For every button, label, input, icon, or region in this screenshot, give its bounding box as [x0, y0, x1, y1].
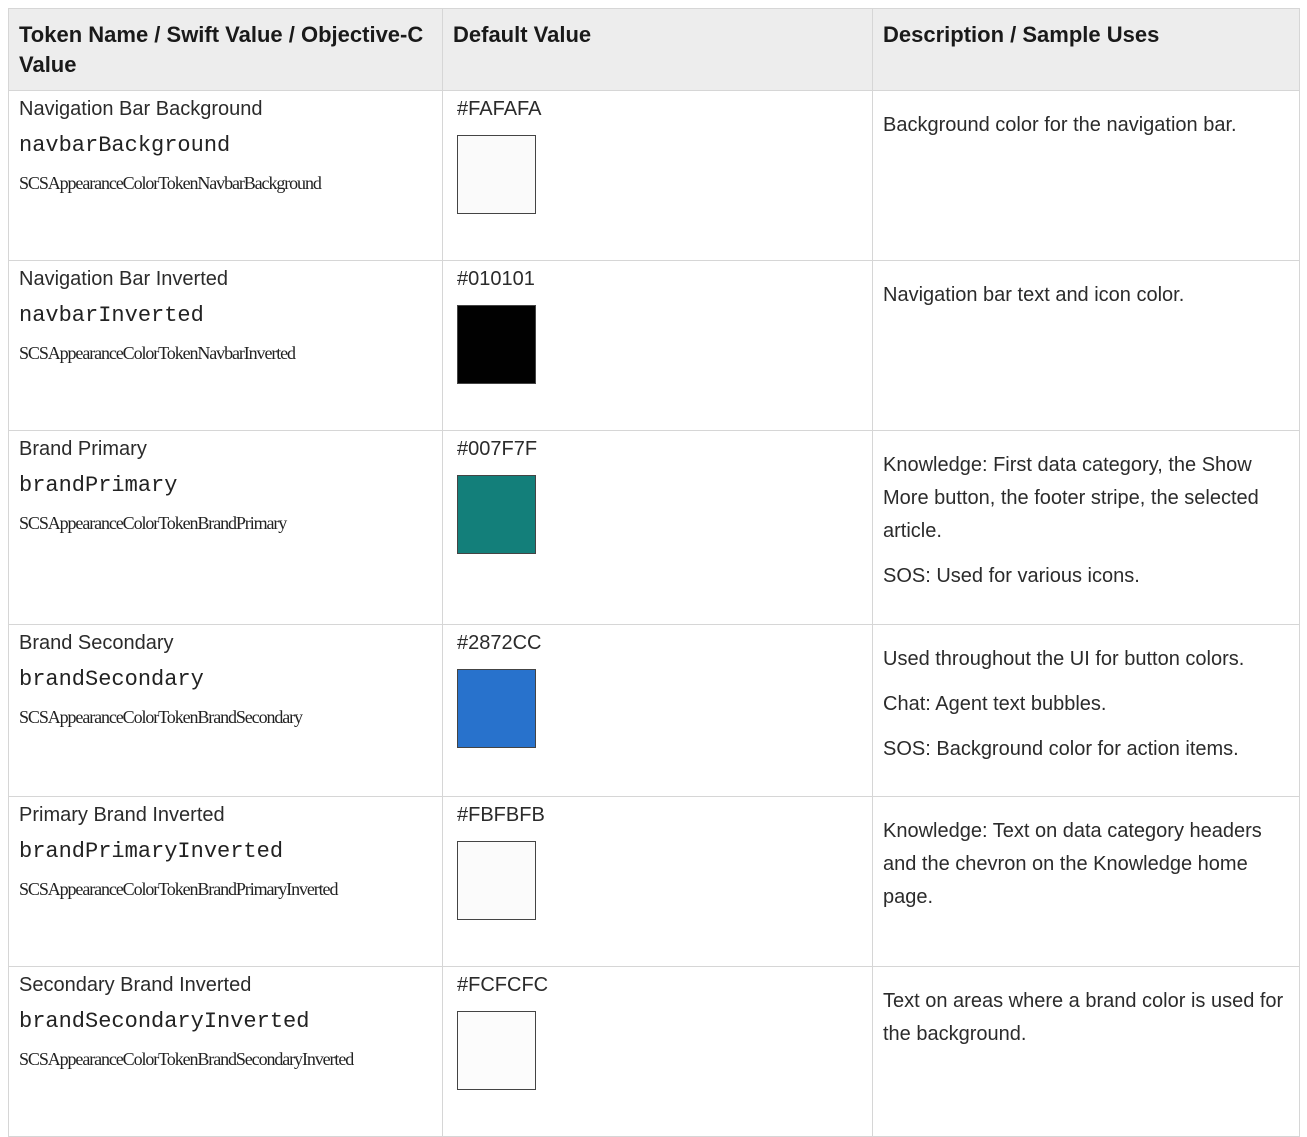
token-name-cell: Secondary Brand Inverted brandSecondaryIn… [8, 966, 443, 1137]
swift-value: brandPrimary [19, 473, 178, 498]
objc-value: SCSAppearanceColorTokenBrandPrimaryInver… [19, 879, 338, 899]
default-value-cell: #010101 [442, 260, 873, 431]
description-cell: Background color for the navigation bar. [872, 90, 1300, 261]
token-name-cell: Navigation Bar Background navbarBackgroun… [8, 90, 443, 261]
default-value-cell: #FBFBFB [442, 796, 873, 967]
description-text: Used throughout the UI for button colors… [883, 648, 1245, 670]
table-row: Primary Brand Inverted brandPrimaryInvert… [8, 796, 1300, 967]
default-value-cell: #FCFCFC [442, 966, 873, 1137]
swift-value: brandSecondaryInverted [19, 1009, 310, 1034]
description-cell: Knowledge: Text on data category headers… [872, 796, 1300, 967]
objc-value: SCSAppearanceColorTokenBrandPrimary [19, 513, 287, 533]
header-description: Description / Sample Uses [872, 8, 1300, 91]
token-name-cell: Brand Secondary brandSecondary SCSAppearan… [8, 624, 443, 797]
description-text: Chat: Agent text bubbles. [883, 693, 1107, 715]
objc-value: SCSAppearanceColorTokenBrandSecondaryInv… [19, 1049, 354, 1069]
color-token-table: Token Name / Swift Value / Objective-C V… [8, 8, 1300, 1137]
hex-value: #2872CC [457, 632, 542, 654]
description-text: SOS: Background color for action items. [883, 738, 1239, 760]
color-swatch [457, 305, 536, 384]
table-row: Navigation Bar Inverted navbarInverted SCS… [8, 260, 1300, 431]
description-text: SOS: Used for various icons. [883, 565, 1140, 587]
description-cell: Navigation bar text and icon color. [872, 260, 1300, 431]
hex-value: #FBFBFB [457, 804, 545, 826]
objc-value: SCSAppearanceColorTokenNavbarInverted [19, 343, 296, 363]
header-token-name: Token Name / Swift Value / Objective-C V… [8, 8, 443, 91]
description-cell: Knowledge: First data category, the Show… [872, 430, 1300, 625]
table-row: Brand Primary brandPrimary SCSAppearanceCo… [8, 430, 1300, 625]
hex-value: #FCFCFC [457, 974, 549, 996]
color-swatch [457, 669, 536, 748]
objc-value: SCSAppearanceColorTokenBrandSecondary [19, 707, 303, 727]
hex-value: #FAFAFA [457, 98, 542, 120]
table-body: Navigation Bar Background navbarBackgroun… [8, 90, 1300, 1137]
color-swatch [457, 475, 536, 554]
table-row: Navigation Bar Background navbarBackgroun… [8, 90, 1300, 261]
token-display-name: Navigation Bar Background [19, 98, 263, 120]
token-display-name: Brand Primary [19, 438, 147, 460]
token-display-name: Brand Secondary [19, 632, 174, 654]
token-display-name: Primary Brand Inverted [19, 804, 225, 826]
token-display-name: Navigation Bar Inverted [19, 268, 229, 290]
default-value-cell: #FAFAFA [442, 90, 873, 261]
description-text: Knowledge: First data category, the Show… [883, 454, 1259, 542]
token-name-cell: Primary Brand Inverted brandPrimaryInvert… [8, 796, 443, 967]
token-display-name: Secondary Brand Inverted [19, 974, 252, 996]
color-swatch [457, 135, 536, 214]
description-cell: Text on areas where a brand color is use… [872, 966, 1300, 1137]
hex-value: #007F7F [457, 438, 538, 460]
color-swatch [457, 841, 536, 920]
description-cell: Used throughout the UI for button colors… [872, 624, 1300, 797]
hex-value: #010101 [457, 268, 535, 290]
description-text: Background color for the navigation bar. [883, 114, 1237, 136]
description-text: Navigation bar text and icon color. [883, 284, 1185, 306]
default-value-cell: #2872CC [442, 624, 873, 797]
token-name-cell: Brand Primary brandPrimary SCSAppearanceCo… [8, 430, 443, 625]
table-header-row: Token Name / Swift Value / Objective-C V… [8, 8, 1300, 91]
default-value-cell: #007F7F [442, 430, 873, 625]
swift-value: brandPrimaryInverted [19, 839, 284, 864]
swift-value: navbarBackground [19, 133, 231, 158]
swift-value: brandSecondary [19, 667, 204, 692]
swift-value: navbarInverted [19, 303, 204, 328]
table-row: Secondary Brand Inverted brandSecondaryIn… [8, 966, 1300, 1137]
description-text: Text on areas where a brand color is use… [883, 990, 1284, 1045]
token-name-cell: Navigation Bar Inverted navbarInverted SCS… [8, 260, 443, 431]
description-text: Knowledge: Text on data category headers… [883, 820, 1262, 908]
objc-value: SCSAppearanceColorTokenNavbarBackground [19, 173, 322, 193]
table-row: Brand Secondary brandSecondary SCSAppearan… [8, 624, 1300, 797]
header-default-value: Default Value [442, 8, 873, 91]
color-swatch [457, 1011, 536, 1090]
